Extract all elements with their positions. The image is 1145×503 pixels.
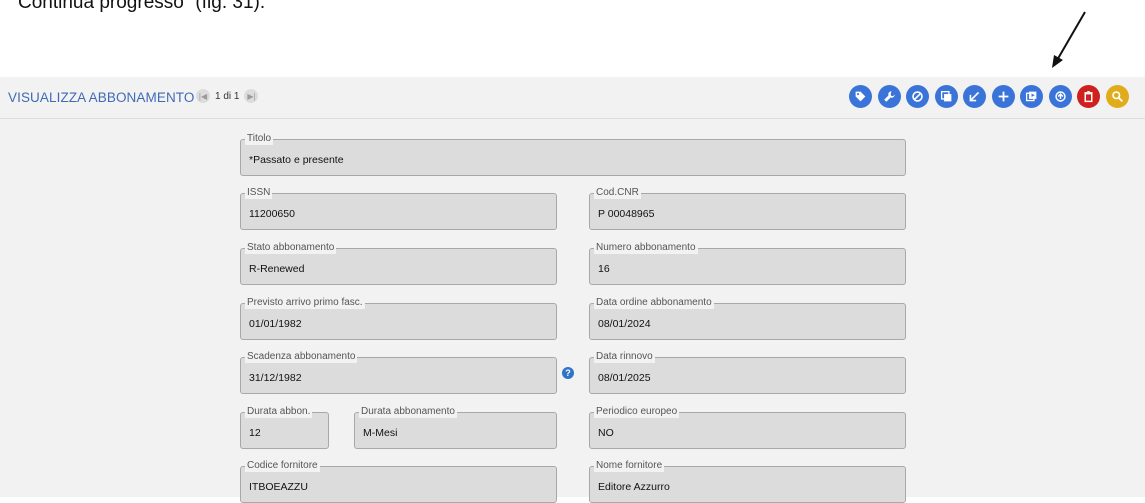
app-window: VISUALIZZA ABBONAMENTO |◀ 1 di 1 ▶| Tito…: [0, 77, 1145, 503]
field-label: Previsto arrivo primo fasc.: [245, 297, 365, 309]
issn-field[interactable]: ISSN 11200650: [240, 187, 557, 230]
minimize-button[interactable]: [963, 85, 986, 108]
cod-cnr-field[interactable]: Cod.CNR P 00048965: [589, 187, 906, 230]
field-label: Titolo: [245, 133, 274, 145]
field-value: 16: [598, 263, 610, 275]
document-caption: Continua progresso” (fig. 31).: [18, 0, 266, 13]
field-value: *Passato e presente: [249, 154, 344, 166]
field-label: Codice fornitore: [245, 460, 320, 472]
continue-progress-icon: [1025, 91, 1037, 102]
field-value: 08/01/2025: [598, 372, 651, 384]
field-label: Periodico europeo: [594, 406, 680, 418]
field-value: NO: [598, 427, 614, 439]
tag-button[interactable]: [849, 85, 872, 108]
field-label: Numero abbonamento: [594, 242, 698, 254]
data-rinnovo-field[interactable]: Data rinnovo 08/01/2025: [589, 351, 906, 394]
data-ordine-field[interactable]: Data ordine abbonamento 08/01/2024: [589, 297, 906, 340]
numero-abbonamento-field[interactable]: Numero abbonamento 16: [589, 242, 906, 285]
field-value: 31/12/1982: [249, 372, 302, 384]
nome-fornitore-field[interactable]: Nome fornitore Editore Azzurro: [589, 460, 906, 503]
field-label: Data rinnovo: [594, 351, 655, 363]
upload-button[interactable]: [1048, 85, 1072, 108]
field-value: 01/01/1982: [249, 318, 302, 330]
upload-icon: [1054, 91, 1066, 102]
arrow-down-left-icon: [969, 91, 980, 102]
titolo-field[interactable]: Titolo *Passato e presente: [240, 133, 906, 176]
field-label: Scadenza abbonamento: [245, 351, 358, 363]
scadenza-abbonamento-field[interactable]: Scadenza abbonamento 31/12/1982: [240, 351, 557, 394]
field-label: Nome fornitore: [594, 460, 665, 472]
field-value: M-Mesi: [363, 427, 398, 439]
field-value: P 00048965: [598, 208, 655, 220]
previsto-arrivo-field[interactable]: Previsto arrivo primo fasc. 01/01/1982: [240, 297, 557, 340]
field-label: Durata abbon.: [245, 406, 313, 418]
field-value: Editore Azzurro: [598, 481, 670, 493]
durata-numero-field[interactable]: Durata abbon. 12: [240, 406, 329, 449]
plus-icon: [998, 91, 1008, 102]
copy-icon: [940, 90, 951, 102]
tag-icon: [855, 91, 866, 102]
field-label: Data ordine abbonamento: [594, 297, 714, 309]
add-button[interactable]: [991, 85, 1015, 108]
search-button[interactable]: [1105, 85, 1129, 108]
first-record-button[interactable]: |◀: [196, 89, 210, 103]
copy-button[interactable]: [934, 85, 958, 108]
search-icon: [1111, 91, 1123, 103]
delete-button[interactable]: [1077, 85, 1100, 108]
field-label: ISSN: [245, 187, 273, 199]
disable-button[interactable]: [906, 85, 929, 108]
stato-abbonamento-field[interactable]: Stato abbonamento R-Renewed: [240, 242, 557, 285]
help-icon[interactable]: ?: [562, 367, 574, 379]
field-value: 12: [249, 427, 261, 439]
pointer-arrow-icon: [1052, 11, 1086, 68]
field-label: Durata abbonamento: [359, 406, 457, 418]
continue-progress-button[interactable]: [1020, 85, 1043, 108]
record-pager: |◀ 1 di 1 ▶|: [196, 89, 259, 103]
field-value: R-Renewed: [249, 263, 305, 275]
last-record-button[interactable]: ▶|: [244, 89, 259, 103]
periodico-europeo-field[interactable]: Periodico europeo NO: [589, 406, 906, 449]
field-value: ITBOEAZZU: [249, 481, 308, 493]
durata-unita-field[interactable]: Durata abbonamento M-Mesi: [354, 406, 557, 449]
trash-icon: [1084, 91, 1093, 103]
field-value: 11200650: [249, 208, 295, 220]
wrench-icon: [883, 91, 895, 102]
settings-button[interactable]: [877, 85, 901, 108]
page-title: VISUALIZZA ABBONAMENTO: [8, 90, 195, 105]
block-icon: [912, 91, 923, 102]
field-label: Cod.CNR: [594, 187, 641, 199]
toolbar: VISUALIZZA ABBONAMENTO |◀ 1 di 1 ▶|: [0, 77, 1145, 119]
action-buttons: [849, 85, 1129, 108]
field-label: Stato abbonamento: [245, 242, 337, 254]
record-counter: 1 di 1: [215, 90, 240, 102]
codice-fornitore-field[interactable]: Codice fornitore ITBOEAZZU: [240, 460, 557, 503]
field-value: 08/01/2024: [598, 318, 651, 330]
